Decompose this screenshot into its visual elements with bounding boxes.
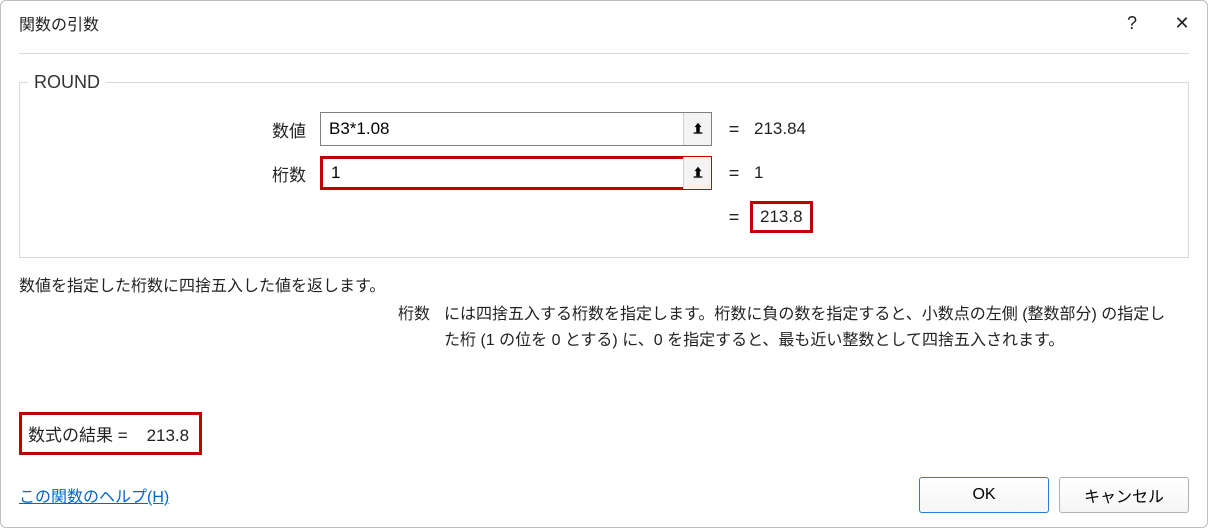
help-icon: ?: [1127, 13, 1137, 34]
function-help-link[interactable]: この関数のヘルプ(H): [19, 483, 169, 507]
arg-result-digits: 1: [746, 163, 763, 183]
arg-input-wrap-number: [320, 112, 712, 146]
collapse-dialog-button-digits[interactable]: [683, 157, 711, 189]
ok-button[interactable]: OK: [919, 477, 1049, 513]
arg-input-wrap-digits: [320, 156, 712, 190]
arg-result-number: 213.84: [746, 119, 806, 139]
arg-input-number[interactable]: [320, 112, 712, 146]
bottom-bar: 数式の結果 = 213.8 この関数のヘルプ(H) OK キャンセル: [19, 412, 1189, 513]
function-name: ROUND: [28, 72, 106, 93]
equals-sign: =: [712, 207, 746, 228]
argument-help-label: 桁数: [19, 302, 444, 353]
close-button[interactable]: ✕: [1157, 1, 1207, 45]
close-icon: ✕: [1174, 13, 1189, 34]
function-description: 数値を指定した桁数に四捨五入した値を返します。: [19, 272, 1189, 296]
help-button[interactable]: ?: [1107, 1, 1157, 45]
window-title: 関数の引数: [19, 11, 99, 35]
function-arguments-dialog: 関数の引数 ? ✕ ROUND 数値: [0, 0, 1208, 528]
preview-row: = 213.8: [30, 195, 1178, 239]
preview-value-wrap: 213.8: [746, 205, 809, 229]
content-area: ROUND 数値 = 213.84: [19, 53, 1189, 353]
equals-sign: =: [712, 163, 746, 184]
equals-sign: =: [712, 119, 746, 140]
arg-row-number: 数値 = 213.84: [30, 107, 1178, 151]
arg-row-digits: 桁数 = 1: [30, 151, 1178, 195]
preview-value: 213.8: [754, 205, 809, 229]
cancel-button[interactable]: キャンセル: [1059, 477, 1189, 513]
arg-input-digits[interactable]: [320, 156, 712, 190]
collapse-icon: [691, 165, 705, 182]
formula-result-label: 数式の結果 =: [28, 426, 128, 445]
titlebar: 関数の引数 ? ✕: [1, 1, 1207, 45]
collapse-dialog-button-number[interactable]: [683, 113, 711, 145]
formula-result-line: 数式の結果 = 213.8: [19, 412, 1189, 455]
arg-label-digits: 桁数: [30, 161, 320, 186]
argument-help-text: には四捨五入する桁数を指定します。桁数に負の数を指定すると、小数点の左側 (整数…: [444, 302, 1189, 353]
argument-help: 桁数 には四捨五入する桁数を指定します。桁数に負の数を指定すると、小数点の左側 …: [19, 302, 1189, 353]
formula-result-value: 213.8: [147, 426, 190, 445]
arg-label-number: 数値: [30, 117, 320, 142]
arguments-group: ROUND 数値 = 213.84: [19, 72, 1189, 258]
collapse-icon: [691, 121, 705, 138]
